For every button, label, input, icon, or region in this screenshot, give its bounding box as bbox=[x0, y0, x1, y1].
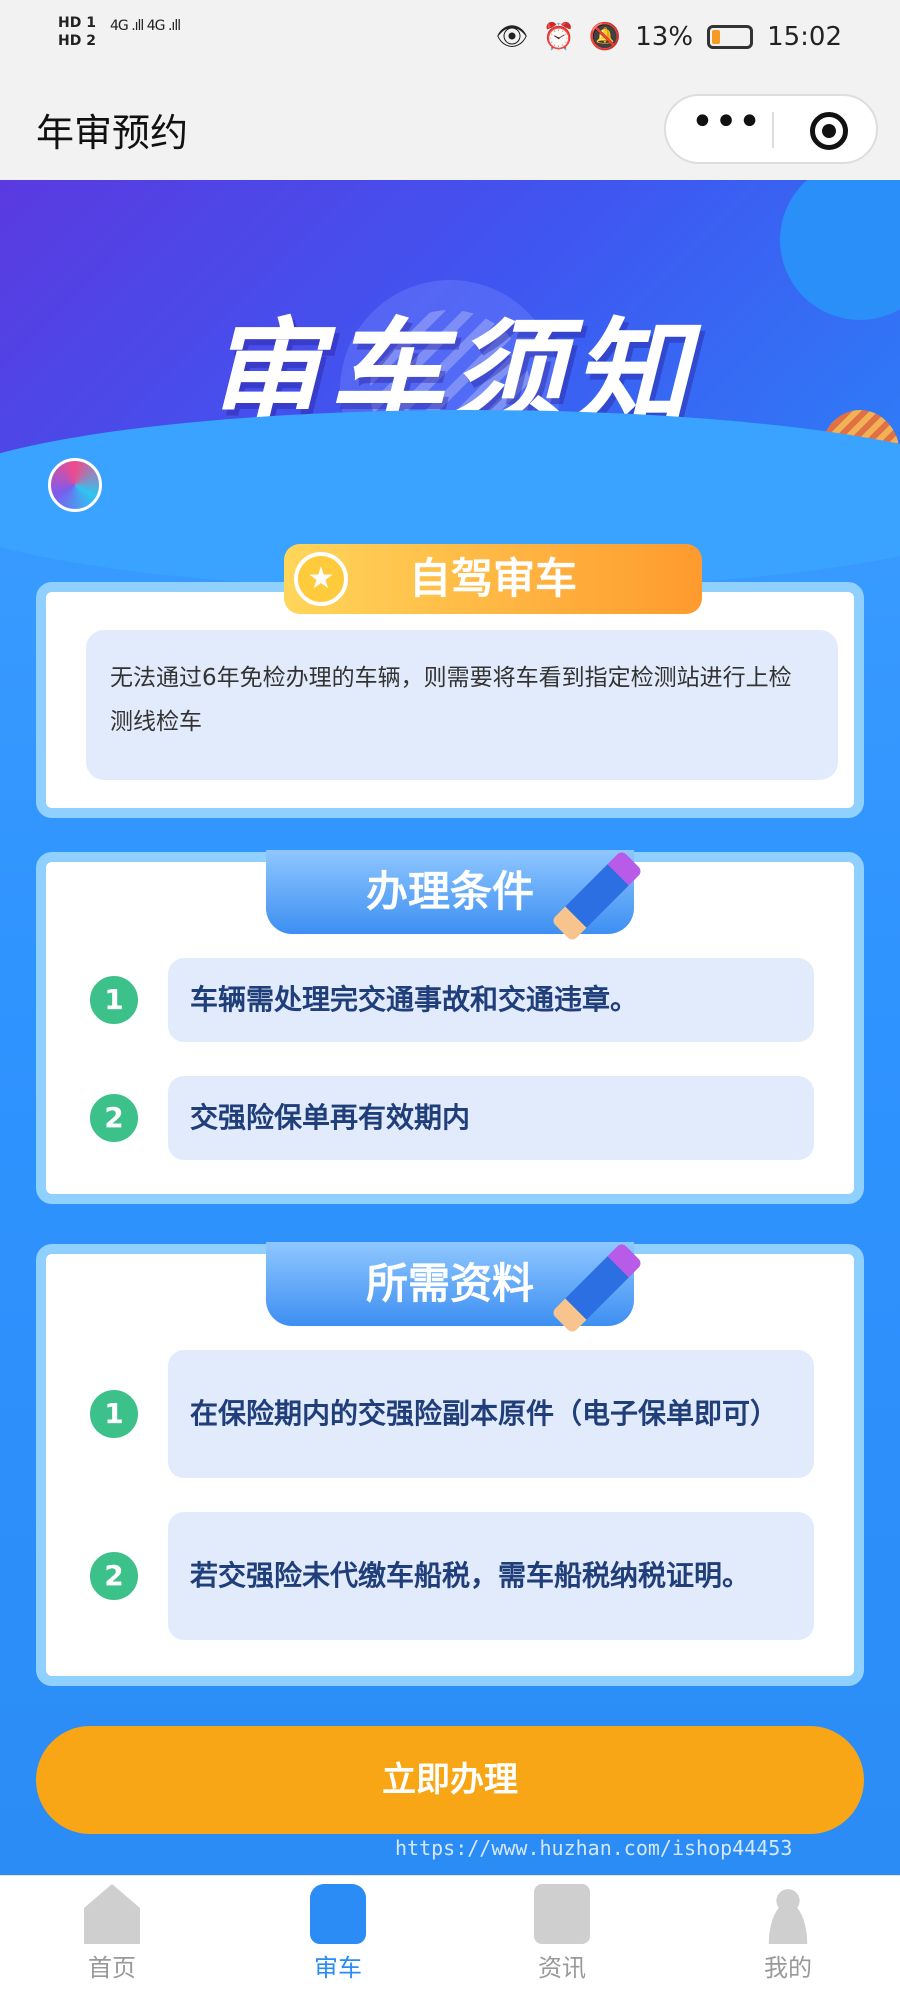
home-icon bbox=[84, 1884, 140, 1944]
document-text: 在保险期内的交强险副本原件（电子保单即可） bbox=[168, 1350, 814, 1478]
list-item: 2 交强险保单再有效期内 bbox=[86, 1076, 838, 1160]
condition-text: 车辆需处理完交通事故和交通违章。 bbox=[168, 958, 814, 1042]
list-item: 1 在保险期内的交强险副本原件（电子保单即可） bbox=[86, 1350, 838, 1478]
section-tag-label: 自驾审车 bbox=[408, 554, 577, 603]
self-drive-card: ★ 自驾审车 无法通过6年免检办理的车辆，则需要将车看到指定检测站进行上检测线检… bbox=[36, 544, 864, 818]
hd2-label: HD 2 bbox=[58, 33, 96, 49]
battery-percent: 13% bbox=[635, 22, 694, 52]
document-text: 若交强险未代缴车船税，需车船税纳税证明。 bbox=[168, 1512, 814, 1640]
news-icon bbox=[534, 1884, 590, 1944]
tab-mine[interactable]: 我的 bbox=[728, 1884, 848, 1983]
status-bar: HD 1 HD 2 4G .ıll 4G .ıll 👁 ⏰ 🔕 13% 15:0… bbox=[0, 0, 900, 80]
tab-label: 首页 bbox=[88, 1954, 136, 1982]
eye-icon: 👁 bbox=[495, 22, 529, 52]
sim-indicators: HD 1 HD 2 bbox=[58, 14, 96, 50]
step-number: 1 bbox=[86, 1386, 142, 1442]
hd1-label: HD 1 bbox=[58, 15, 96, 31]
self-drive-description: 无法通过6年免检办理的车辆，则需要将车看到指定检测站进行上检测线检车 bbox=[86, 630, 838, 780]
mute-bell-icon: 🔕 bbox=[588, 22, 622, 52]
battery-icon bbox=[707, 25, 754, 49]
tab-bar: 首页 审车 资讯 我的 bbox=[0, 1875, 900, 2000]
clock: 15:02 bbox=[767, 22, 842, 52]
tab-inspection[interactable]: 审车 bbox=[278, 1884, 398, 1983]
alarm-icon: ⏰ bbox=[542, 22, 575, 52]
miniprogram-capsule: ••• bbox=[664, 94, 878, 164]
car-icon bbox=[310, 1884, 366, 1944]
more-dots-icon[interactable]: ••• bbox=[686, 102, 766, 154]
condition-text: 交强险保单再有效期内 bbox=[168, 1076, 814, 1160]
tab-home[interactable]: 首页 bbox=[52, 1884, 172, 1983]
status-right: 👁 ⏰ 🔕 13% 15:02 bbox=[496, 22, 843, 52]
section-tag: ★ 自驾审车 bbox=[284, 544, 702, 614]
capsule-divider bbox=[772, 112, 774, 148]
navigation-bar: 年审预约 ••• bbox=[0, 80, 900, 180]
conditions-card: 办理条件 1 车辆需处理完交通事故和交通违章。 2 交强险保单再有效期内 bbox=[36, 850, 864, 1204]
tab-label: 资讯 bbox=[538, 1954, 586, 1982]
apply-now-button[interactable]: 立即办理 bbox=[36, 1726, 864, 1834]
record-target-icon[interactable] bbox=[810, 112, 848, 150]
signal-icon: 4G .ıll 4G .ıll bbox=[110, 18, 181, 34]
watermark: https://www.huzhan.com/ishop44453 bbox=[395, 1836, 793, 1860]
documents-card: 所需资料 1 在保险期内的交强险副本原件（电子保单即可） 2 若交强险未代缴车船… bbox=[36, 1242, 864, 1686]
tab-news[interactable]: 资讯 bbox=[502, 1884, 622, 1983]
step-number: 1 bbox=[86, 972, 142, 1028]
main-content: 审车须知 ★ 自驾审车 无法通过6年免检办理的车辆，则需要将车看到指定检测站进行… bbox=[0, 180, 900, 1875]
star-icon: ★ bbox=[294, 552, 348, 606]
page-title: 年审预约 bbox=[36, 111, 189, 155]
app-logo-icon bbox=[48, 458, 102, 512]
step-number: 2 bbox=[86, 1090, 142, 1146]
user-icon bbox=[760, 1884, 816, 1944]
list-item: 2 若交强险未代缴车船税，需车船税纳税证明。 bbox=[86, 1512, 838, 1640]
list-item: 1 车辆需处理完交通事故和交通违章。 bbox=[86, 958, 838, 1042]
tab-label: 我的 bbox=[764, 1954, 812, 1982]
step-number: 2 bbox=[86, 1548, 142, 1604]
tab-label: 审车 bbox=[314, 1954, 362, 1982]
